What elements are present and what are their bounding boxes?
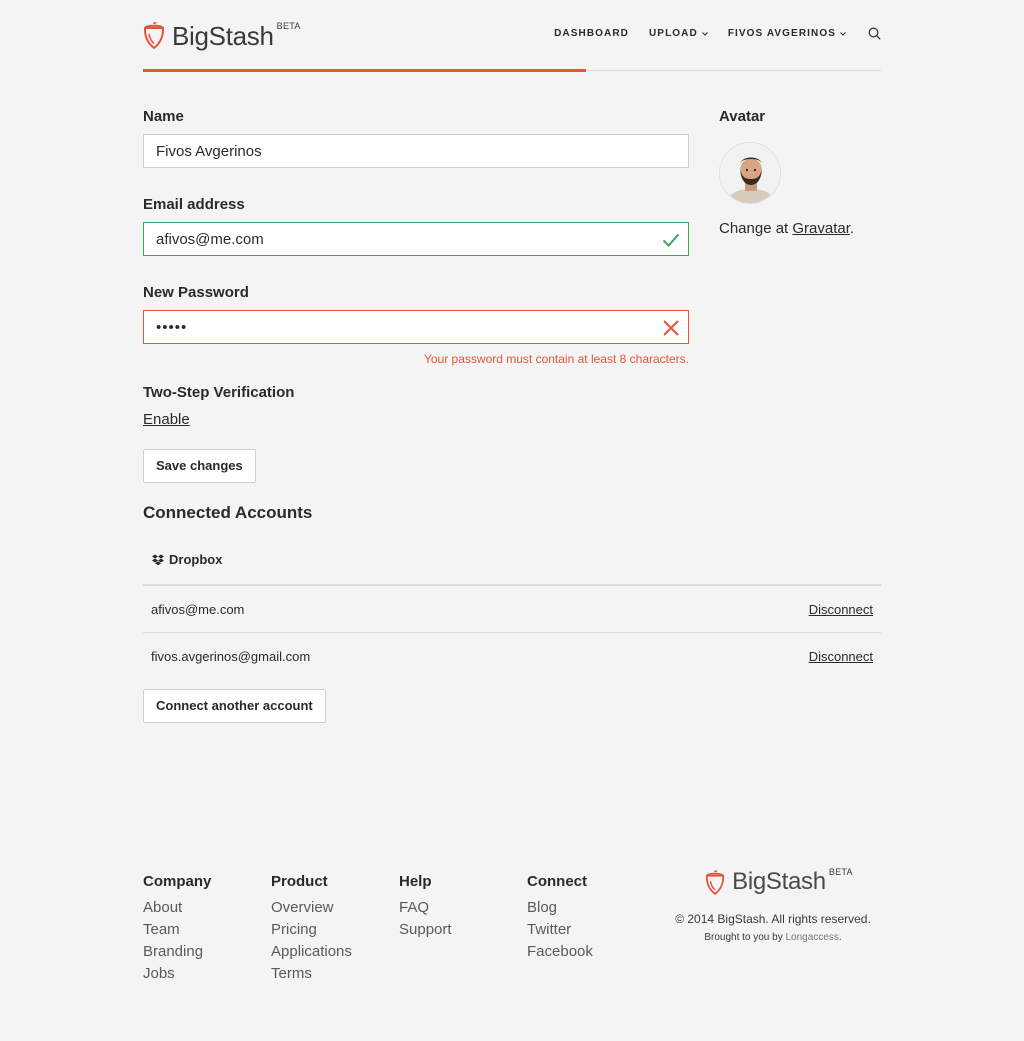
checkmark-icon xyxy=(662,233,680,247)
footer-brand-name: BigStash xyxy=(732,868,826,895)
brought-to-you: Brought to you by Longaccess. xyxy=(665,932,881,943)
email-label: Email address xyxy=(143,196,245,213)
account-row: afivos@me.com Disconnect xyxy=(143,586,881,633)
footer-link[interactable]: Team xyxy=(143,919,211,941)
email-field-wrapper xyxy=(143,222,689,256)
footer-column-title: Connect xyxy=(527,873,587,890)
name-field-wrapper xyxy=(143,134,689,168)
nav-user-menu[interactable]: FIVOS AVGERINOS xyxy=(728,28,846,39)
footer-column-title: Company xyxy=(143,873,212,890)
footer-link[interactable]: Jobs xyxy=(143,963,211,985)
footer-column-connect: Connect Blog Twitter Facebook xyxy=(527,872,593,963)
gravatar-prefix: Change at xyxy=(719,220,793,237)
avatar-label: Avatar xyxy=(719,108,766,125)
footer-column-company: Company About Team Branding Jobs xyxy=(143,872,211,985)
footer-link[interactable]: FAQ xyxy=(399,897,452,919)
password-group: New Password Your password must contain … xyxy=(143,284,689,366)
footer-link[interactable]: Support xyxy=(399,919,452,941)
footer-link[interactable]: Branding xyxy=(143,941,211,963)
acorn-shield-icon xyxy=(706,870,725,896)
disconnect-link[interactable]: Disconnect xyxy=(809,602,873,617)
connected-accounts: Connected Accounts Dropbox afivos@me.com… xyxy=(143,503,881,680)
gravatar-suffix: . xyxy=(849,220,855,237)
footer-brand: BigStash BETA © 2014 BigStash. All right… xyxy=(665,866,881,943)
account-email: fivos.avgerinos@gmail.com xyxy=(151,649,311,664)
password-error: Your password must contain at least 8 ch… xyxy=(423,352,689,366)
password-label: New Password xyxy=(143,284,249,301)
email-group: Email address xyxy=(143,196,689,256)
chevron-down-icon xyxy=(840,31,846,36)
footer-link[interactable]: Overview xyxy=(271,897,352,919)
footer-link[interactable]: Twitter xyxy=(527,919,593,941)
acorn-shield-icon xyxy=(144,22,164,50)
avatar xyxy=(719,142,781,204)
gravatar-link[interactable]: Gravatar xyxy=(792,220,850,237)
brought-prefix: Brought to you by xyxy=(704,932,786,943)
disconnect-link[interactable]: Disconnect xyxy=(809,649,873,664)
password-input[interactable] xyxy=(144,311,688,343)
two-step-label: Two-Step Verification xyxy=(143,384,295,401)
footer-column-product: Product Overview Pricing Applications Te… xyxy=(271,872,352,985)
footer-link[interactable]: Terms xyxy=(271,963,352,985)
brand-name: BigStash xyxy=(172,21,274,51)
password-field-wrapper xyxy=(143,310,689,344)
avatar-section: Avatar Change at Gravatar. xyxy=(719,108,881,237)
longaccess-link[interactable]: Longaccess xyxy=(786,932,839,943)
footer-beta-badge: BETA xyxy=(828,867,853,877)
connect-another-account-button[interactable]: Connect another account xyxy=(143,689,326,723)
nav-dashboard-label: DASHBOARD xyxy=(554,28,629,39)
footer-link[interactable]: Pricing xyxy=(271,919,352,941)
footer-logo[interactable]: BigStash BETA xyxy=(677,866,881,898)
avatar-image xyxy=(720,143,780,203)
copyright: © 2014 BigStash. All rights reserved. xyxy=(675,912,871,926)
nav-dashboard[interactable]: DASHBOARD xyxy=(554,28,629,39)
brought-suffix: . xyxy=(838,932,842,943)
name-label: Name xyxy=(143,108,184,125)
footer-column-title: Product xyxy=(271,873,328,890)
nav-upload-label: UPLOAD xyxy=(648,28,698,39)
name-group: Name xyxy=(143,108,689,168)
profile-form: Name Email address New Password Your pas… xyxy=(143,108,689,483)
name-input[interactable] xyxy=(144,135,688,167)
account-email: afivos@me.com xyxy=(151,601,245,617)
provider-header: Dropbox xyxy=(143,545,881,586)
gravatar-note: Change at Gravatar. xyxy=(719,220,881,237)
chevron-down-icon xyxy=(701,31,708,36)
site-header: BigStash BETA DASHBOARD UPLOAD FIVOS AVG… xyxy=(143,0,881,72)
brand-logo[interactable]: BigStash BETA xyxy=(143,20,301,52)
email-input[interactable] xyxy=(144,223,688,255)
search-icon[interactable] xyxy=(868,27,881,40)
footer-link[interactable]: Facebook xyxy=(527,941,593,963)
two-step-group: Two-Step Verification Enable xyxy=(143,384,689,429)
dropbox-icon xyxy=(152,554,164,565)
beta-badge: BETA xyxy=(276,21,301,31)
nav-user-label: FIVOS AVGERINOS xyxy=(727,28,836,39)
provider-name: Dropbox xyxy=(169,552,223,567)
footer-link[interactable]: Blog xyxy=(527,897,593,919)
header-progress-indicator xyxy=(143,69,586,72)
connected-accounts-title: Connected Accounts xyxy=(143,503,313,522)
nav-upload[interactable]: UPLOAD xyxy=(649,28,708,39)
footer-link[interactable]: About xyxy=(143,897,211,919)
footer-link[interactable]: Applications xyxy=(271,941,352,963)
main-nav: DASHBOARD UPLOAD FIVOS AVGERINOS xyxy=(534,27,881,40)
error-x-icon xyxy=(663,320,679,336)
account-row: fivos.avgerinos@gmail.com Disconnect xyxy=(143,633,881,680)
save-changes-button[interactable]: Save changes xyxy=(143,449,256,483)
footer-column-help: Help FAQ Support xyxy=(399,872,452,941)
enable-two-step-link[interactable]: Enable xyxy=(143,411,190,428)
footer-column-title: Help xyxy=(399,873,432,890)
